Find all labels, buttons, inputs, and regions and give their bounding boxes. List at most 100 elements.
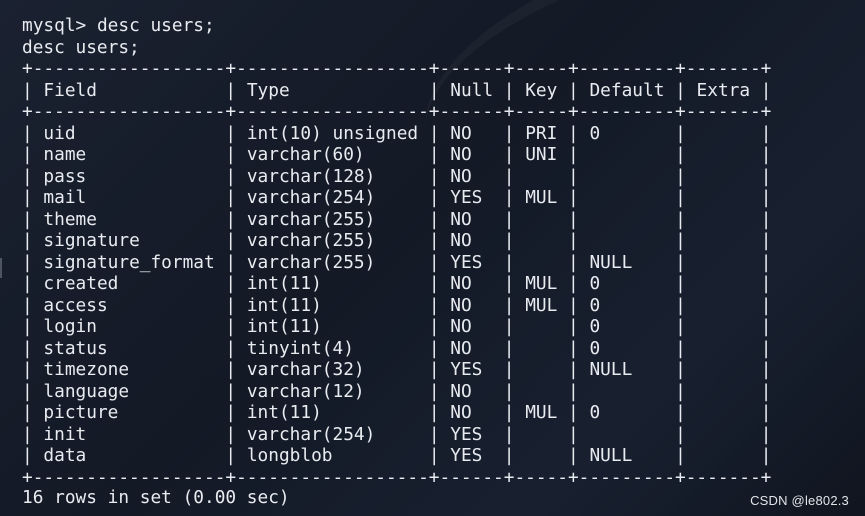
- table-cell: 0: [589, 337, 665, 359]
- table-cell: [525, 209, 557, 230]
- table-row: | data | longblob | YES | | NULL | |: [22, 445, 772, 466]
- table-cell: NULL: [589, 251, 665, 273]
- table-cell: [525, 166, 557, 187]
- table-cell: [589, 144, 664, 165]
- table-row: | access | int(11) | NO | MUL | 0 | |: [22, 294, 772, 316]
- table-cell: NO: [450, 208, 494, 230]
- table-cell: [589, 230, 664, 251]
- table-cell: YES: [450, 423, 494, 445]
- table-cell: login: [43, 316, 215, 337]
- table-cell: YES: [450, 445, 494, 466]
- table-cell: varchar(255): [246, 208, 419, 230]
- table-cell: int(11): [246, 273, 419, 294]
- table-cell: [697, 381, 751, 402]
- table-row: | signature_format | varchar(255) | YES …: [22, 251, 772, 273]
- table-header-cell: Type: [246, 79, 419, 101]
- table-cell: UNI: [525, 144, 558, 165]
- table-cell: [697, 187, 751, 208]
- table-cell: language: [43, 380, 215, 402]
- table-row: | status | tinyint(4) | NO | | 0 | |: [22, 337, 772, 359]
- command-line: mysql> desc users;: [22, 15, 215, 37]
- table-cell: NO: [450, 144, 494, 165]
- table-cell: [697, 338, 751, 359]
- table-header-row: | Field | Type | Null | Key | Default | …: [22, 79, 772, 101]
- table-cell: [525, 381, 557, 402]
- table-cell: mail: [43, 187, 215, 208]
- table-cell: status: [43, 337, 215, 359]
- background-artifact: [0, 258, 8, 278]
- table-cell: MUL: [525, 187, 558, 208]
- table-cell: [697, 166, 751, 187]
- table-cell: [697, 295, 751, 316]
- table-cell: MUL: [525, 402, 558, 423]
- table-cell: [697, 445, 751, 466]
- prompt: mysql>: [22, 15, 87, 36]
- table-cell: NULL: [589, 359, 665, 380]
- table-cell: 0: [589, 316, 665, 337]
- table-row: | theme | varchar(255) | NO | | | |: [22, 208, 772, 230]
- table-header-cell: Key: [525, 79, 558, 101]
- table-row: | login | int(11) | NO | | 0 | |: [22, 316, 772, 337]
- table-row: | name | varchar(60) | NO | UNI | | |: [22, 144, 772, 165]
- table-cell: [697, 252, 751, 273]
- table-cell: NO: [450, 165, 494, 187]
- table-cell: access: [43, 294, 215, 316]
- table-cell: [525, 338, 557, 359]
- table-row: | mail | varchar(254) | YES | MUL | | |: [22, 187, 772, 208]
- table-cell: PRI: [525, 122, 558, 144]
- table-cell: [525, 424, 557, 445]
- table-cell: signature: [43, 230, 215, 251]
- table-cell: NO: [450, 294, 494, 316]
- table-cell: data: [43, 445, 215, 466]
- table-cell: varchar(255): [246, 251, 419, 273]
- terminal-window[interactable]: mysql> desc users; desc users; +--------…: [0, 0, 865, 516]
- table-cell: [525, 316, 557, 337]
- table-cell: varchar(128): [246, 165, 419, 187]
- table-cell: pass: [43, 165, 215, 187]
- table-cell: [525, 252, 557, 273]
- command-echo: desc users;: [22, 37, 140, 58]
- table-cell: 0: [589, 122, 665, 144]
- table-cell: longblob: [246, 445, 419, 466]
- table-cell: YES: [450, 359, 494, 380]
- table-cell: MUL: [525, 273, 558, 294]
- table-cell: varchar(255): [246, 230, 419, 251]
- table-cell: NO: [450, 337, 494, 359]
- table-cell: YES: [450, 187, 494, 208]
- table-row: | init | varchar(254) | YES | | | |: [22, 423, 772, 445]
- table-cell: [525, 359, 557, 380]
- table-cell: tinyint(4): [246, 337, 419, 359]
- table-cell: varchar(60): [246, 144, 419, 165]
- table-cell: timezone: [43, 359, 215, 380]
- table-cell: NO: [450, 122, 494, 144]
- table-cell: YES: [450, 251, 494, 273]
- table-cell: theme: [43, 208, 215, 230]
- table-cell: name: [43, 144, 215, 165]
- table-cell: [697, 359, 751, 380]
- table-row: | created | int(11) | NO | MUL | 0 | |: [22, 273, 772, 294]
- table-cell: [589, 187, 664, 208]
- table-cell: [697, 230, 751, 251]
- table-row: | signature | varchar(255) | NO | | | |: [22, 230, 772, 251]
- table-cell: [697, 424, 751, 445]
- table-cell: [697, 273, 751, 294]
- table-row: | pass | varchar(128) | NO | | | |: [22, 165, 772, 187]
- table-cell: picture: [43, 402, 215, 423]
- table-border: +------------------+------------------+-…: [22, 58, 772, 79]
- table-cell: int(11): [246, 402, 419, 423]
- table-header-cell: Extra: [696, 79, 751, 101]
- table-cell: signature_format: [43, 251, 215, 273]
- table-cell: created: [43, 273, 215, 294]
- table-cell: NO: [450, 273, 494, 294]
- table-header-cell: Null: [450, 79, 494, 101]
- table-header-cell: Field: [43, 79, 215, 101]
- table-cell: int(11): [246, 316, 419, 337]
- table-row: | language | varchar(12) | NO | | | |: [22, 380, 772, 402]
- table-cell: int(10) unsigned: [246, 122, 419, 144]
- result-table: +------------------+------------------+-…: [22, 58, 771, 488]
- table-cell: [697, 316, 751, 337]
- command-text: desc users;: [96, 15, 215, 36]
- table-cell: init: [43, 423, 215, 445]
- table-cell: NO: [450, 380, 494, 402]
- table-row: | uid | int(10) unsigned | NO | PRI | 0 …: [22, 122, 772, 144]
